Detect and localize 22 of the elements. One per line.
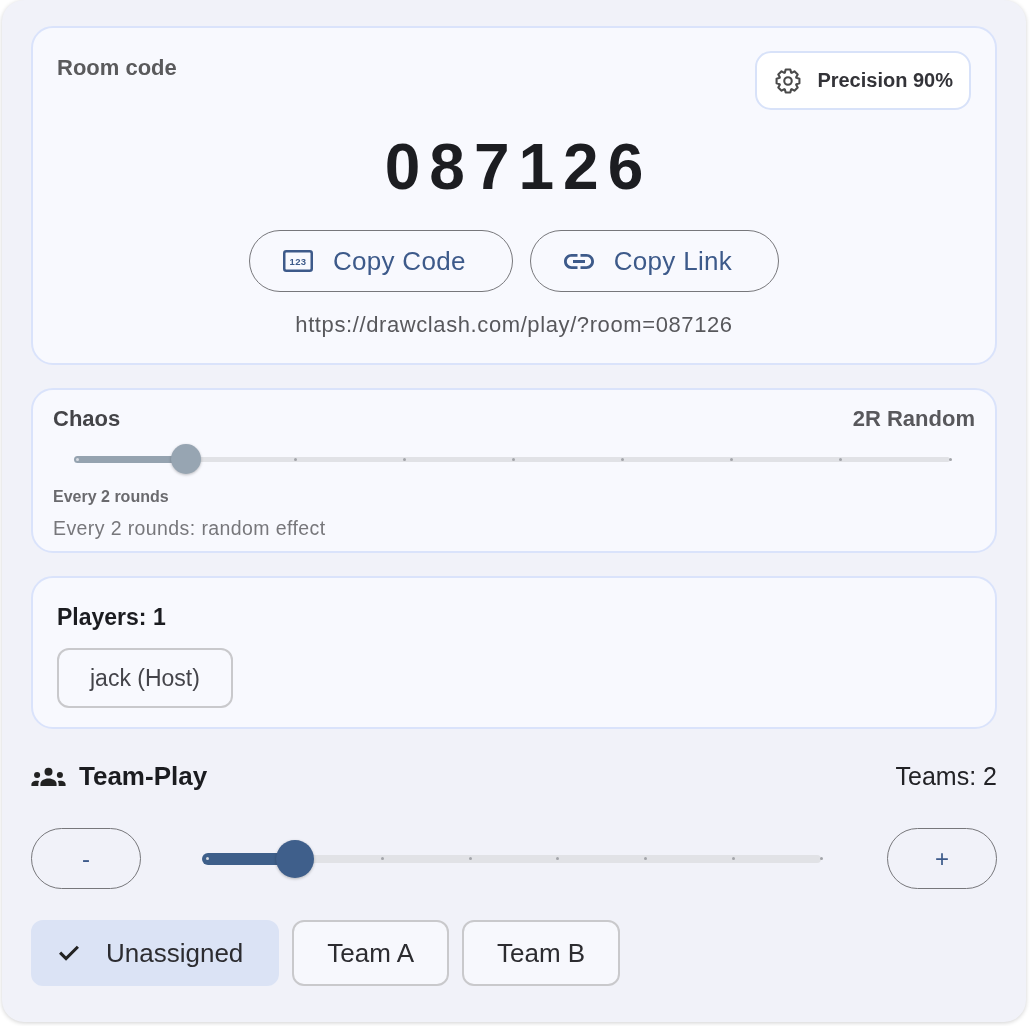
team-chip[interactable]: Team B xyxy=(462,920,621,986)
room-code: 087126 xyxy=(384,135,653,199)
player-chip: jack (Host) xyxy=(57,648,233,708)
precision-button[interactable]: Precision 90% xyxy=(755,51,971,110)
room-url: https://drawclash.com/play/?room=087126 xyxy=(295,311,733,339)
chaos-value: 2R Random xyxy=(852,406,975,432)
check-icon xyxy=(58,945,80,961)
slider-thumb[interactable] xyxy=(171,444,202,474)
chaos-description: Every 2 rounds: random effect xyxy=(53,516,327,540)
team-chip[interactable]: Team A xyxy=(292,920,450,986)
chaos-title: Chaos xyxy=(53,406,121,432)
chaos-caption: Every 2 rounds xyxy=(53,487,170,507)
people-icon xyxy=(31,766,66,786)
teams-count: Teams: 2 xyxy=(895,761,997,792)
settings-icon xyxy=(775,67,802,94)
room-code-label: Room code xyxy=(57,55,177,81)
team-play-title: Team-Play xyxy=(79,760,208,792)
slider-thumb[interactable] xyxy=(275,839,314,878)
numbers-icon: 123 xyxy=(282,250,313,272)
link-icon xyxy=(563,253,594,269)
players-title: Players: 1 xyxy=(57,603,167,631)
team-chip[interactable]: Unassigned xyxy=(31,920,280,986)
